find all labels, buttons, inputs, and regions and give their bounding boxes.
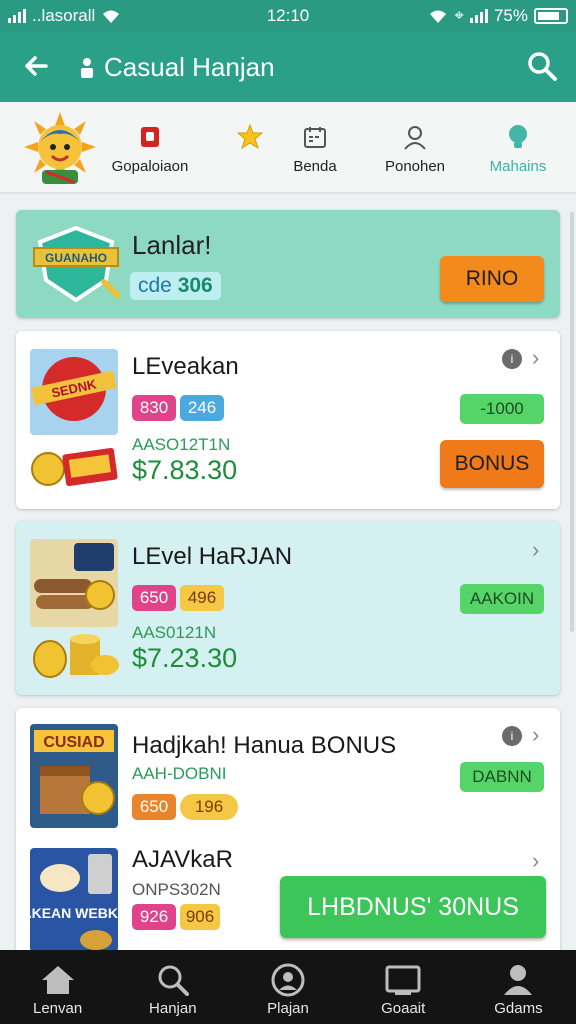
pill-value: 926 [132, 904, 176, 930]
chevron-right-icon[interactable]: › [532, 345, 539, 371]
value-tag: AAKOIN [460, 584, 544, 614]
person-icon [404, 126, 426, 150]
offer-title: LEvel HaRJAN [132, 543, 293, 570]
pill-value: 246 [180, 395, 224, 421]
game-icon [271, 963, 305, 997]
nav-tv[interactable]: Goaait [346, 950, 461, 1024]
category-label: Benda [293, 158, 337, 175]
nav-label: Goaait [381, 1000, 426, 1017]
nav-label: Lenvan [32, 1000, 83, 1017]
shield-badge-icon: GUANAHO [33, 225, 120, 303]
nav-play[interactable]: Plajan [230, 950, 345, 1024]
location-icon: ⌖ [454, 6, 464, 25]
offer-title: LEveakan [132, 353, 239, 380]
nav-search[interactable]: Hanjan [115, 950, 230, 1024]
pill-value: 650 [132, 794, 176, 820]
hero-button[interactable]: RINO [440, 256, 544, 302]
code-prefix: cde [138, 274, 172, 297]
wifi-icon-right [430, 10, 447, 23]
pill-value: 496 [180, 585, 224, 611]
battery-icon [534, 8, 568, 24]
offer-subtitle: ONPS302N [132, 880, 221, 899]
category-item-2[interactable]: Benda [280, 122, 350, 175]
bulb-icon [509, 125, 527, 148]
offer-card-1[interactable]: SEDNK LEveakan 830 246 AASO12T1N $7.83.3… [16, 331, 560, 509]
hero-card[interactable]: GUANAHO Lanlar! cde 306 RINO [16, 210, 560, 318]
clock-label: 12:10 [266, 6, 310, 25]
pill-value: 906 [180, 904, 220, 930]
offer-subtitle: AASO12T1N [132, 435, 231, 454]
star-icon [237, 124, 263, 150]
offer-title: AJAVkaR [132, 846, 233, 873]
treasure-box-thumbnail-icon: CUSIAD [30, 724, 118, 828]
sun-mascot-icon [24, 112, 96, 184]
hero-title: Lanlar! [132, 230, 212, 260]
chevron-right-icon[interactable]: › [532, 537, 539, 563]
thumbnail-text: BAKEAN WEBKES [30, 905, 118, 921]
code-value: 306 [177, 274, 213, 297]
logs-thumbnail-icon [30, 539, 118, 627]
search-icon [158, 965, 189, 996]
chevron-right-icon[interactable]: › [532, 848, 539, 874]
status-bar: ..lasorall 12:10 ⌖ 75% [0, 0, 576, 32]
pill-value: 830 [132, 395, 176, 421]
category-star[interactable] [232, 122, 268, 158]
food-thumbnail-icon: BAKEAN WEBKES [30, 848, 118, 952]
thumbnail-text: CUSIAD [43, 734, 104, 751]
offer-subtitle: AAH-DOBNI [132, 764, 227, 783]
tv-icon [385, 965, 421, 995]
info-icon[interactable]: i [502, 726, 522, 746]
category-label: Ponohen [384, 158, 446, 175]
gold-coin-ticket-icon [31, 447, 118, 487]
badge-text: GUANAHO [45, 251, 107, 265]
scrollbar[interactable] [570, 212, 574, 632]
search-icon[interactable] [526, 50, 558, 82]
nav-home[interactable]: Lenvan [0, 950, 115, 1024]
nav-label: Hanjan [149, 1000, 197, 1017]
pill-value: 650 [132, 585, 176, 611]
nav-label: Gdams [494, 1000, 543, 1017]
profile-icon [504, 965, 533, 995]
category-item-3[interactable]: Ponohen [380, 122, 450, 175]
battery-percent: 75% [493, 6, 528, 25]
info-icon[interactable]: i [502, 349, 522, 369]
category-label: Gopaloiaon [111, 158, 189, 175]
category-bar: Gopaloiaon Benda Ponohen Mahains [0, 102, 576, 194]
nav-profile[interactable]: Gdams [461, 950, 576, 1024]
person-small-icon [81, 57, 93, 78]
offer-card-2[interactable]: LEvel HaRJAN 650 496 AAS0121N $7.23.30 ›… [16, 521, 560, 695]
value-tag: DABNN [460, 762, 544, 792]
home-icon [41, 966, 74, 994]
bonus-button[interactable]: BONUS [440, 440, 544, 488]
bottom-nav: Lenvan Hanjan Plajan Goaait Gdams [0, 950, 576, 1024]
chevron-right-icon[interactable]: › [532, 722, 539, 748]
category-item-4[interactable]: Mahains [478, 122, 558, 175]
app-bar: Casual Hanjan [0, 32, 576, 102]
offer-price: $7.83.30 [132, 455, 238, 485]
calendar-icon [304, 127, 326, 148]
nav-label: Plajan [267, 1000, 309, 1017]
coin-stack-icon [33, 634, 119, 678]
offer-title: Hadjkah! Hanua BONUS [132, 732, 397, 759]
seal-thumbnail-icon: SEDNK [30, 349, 118, 435]
page-title: Casual Hanjan [104, 52, 275, 82]
signal-icon-right [469, 9, 488, 23]
offer-subtitle: AAS0121N [132, 623, 217, 642]
offer-price: $7.23.30 [132, 643, 238, 673]
category-label: Mahains [489, 158, 547, 175]
code-badge: cde 306 [130, 272, 221, 300]
value-tag: -1000 [460, 394, 544, 424]
red-badge-icon [141, 127, 159, 147]
pill-value: 196 [180, 794, 238, 820]
category-item-1[interactable]: Gopaloiaon [110, 122, 190, 175]
sticky-bonus-button[interactable]: LHBDNUS' 30NUS [280, 876, 546, 938]
back-arrow-icon[interactable] [20, 50, 52, 82]
